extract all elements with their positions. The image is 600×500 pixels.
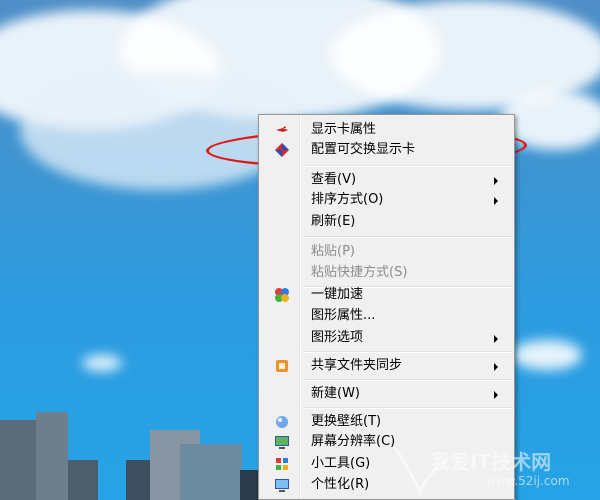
skyline-building <box>240 470 260 500</box>
menu-separator <box>303 351 512 353</box>
skyline-building <box>0 420 36 500</box>
menu-item-label: 屏幕分辨率(C) <box>311 434 396 449</box>
submenu-arrow-icon <box>494 335 498 343</box>
menu-item-graphics-options[interactable]: 图形选项 <box>261 327 512 349</box>
menu-item-configure-switchable-graphics[interactable]: 配置可交换显示卡 <box>261 139 512 161</box>
watermark-url: www.52ij.com <box>486 474 570 488</box>
cloud <box>512 340 582 370</box>
skyline-building <box>36 412 68 500</box>
menu-separator <box>303 407 512 409</box>
menu-item-graphics-properties-dialog[interactable]: 图形属性... <box>261 305 512 327</box>
skyline-building <box>180 444 242 500</box>
menu-item-paste-shortcut[interactable]: 粘贴快捷方式(S) <box>261 262 512 284</box>
menu-item-label: 粘贴(P) <box>311 244 355 259</box>
menu-item-label: 显示卡属性 <box>311 122 377 137</box>
menu-item-label: 查看(V) <box>311 172 357 187</box>
menu-item-shared-folder-sync[interactable]: 共享文件夹同步 <box>261 355 512 377</box>
submenu-arrow-icon <box>494 363 498 371</box>
menu-item-label: 共享文件夹同步 <box>311 358 403 373</box>
menu-item-change-wallpaper[interactable]: 更换壁纸(T) <box>261 411 512 433</box>
menu-item-label: 个性化(R) <box>311 477 370 492</box>
gadgets-icon <box>276 458 288 470</box>
switchable-graphics-icon <box>275 143 289 157</box>
graphics-card-icon <box>276 126 288 132</box>
skyline-building <box>68 460 98 500</box>
menu-item-sort-by[interactable]: 排序方式(O) <box>261 189 512 211</box>
menu-separator <box>303 236 512 238</box>
wallpaper-icon <box>276 416 288 428</box>
menu-item-label: 排序方式(O) <box>311 192 384 207</box>
submenu-arrow-icon <box>494 197 498 205</box>
folder-sync-icon <box>276 360 288 372</box>
watermark: 我爱IT技术网 www.52ij.com <box>390 440 596 498</box>
desktop-wallpaper[interactable]: 显示卡属性 配置可交换显示卡 查看(V) 排序方式(O) 刷新(E) 粘贴(P)… <box>0 0 600 500</box>
menu-separator <box>303 165 512 167</box>
speed-boost-icon <box>275 288 289 302</box>
menu-item-label: 粘贴快捷方式(S) <box>311 265 408 280</box>
menu-item-label: 图形属性... <box>311 308 376 323</box>
menu-separator <box>303 379 512 381</box>
submenu-arrow-icon <box>494 391 498 399</box>
watermark-text: 我爱IT技术网 <box>430 450 552 474</box>
cloud <box>82 355 122 371</box>
menu-item-view[interactable]: 查看(V) <box>261 169 512 191</box>
menu-item-label: 刷新(E) <box>311 214 356 229</box>
submenu-arrow-icon <box>494 177 498 185</box>
menu-item-label: 图形选项 <box>311 330 364 345</box>
menu-item-label: 新建(W) <box>311 386 360 401</box>
menu-item-label: 更换壁纸(T) <box>311 414 382 429</box>
menu-item-refresh[interactable]: 刷新(E) <box>261 211 512 233</box>
menu-item-paste[interactable]: 粘贴(P) <box>261 241 512 263</box>
menu-item-label: 小工具(G) <box>311 456 371 471</box>
menu-item-new[interactable]: 新建(W) <box>261 383 512 405</box>
menu-item-label: 一键加速 <box>311 287 364 302</box>
menu-item-graphics-properties[interactable]: 显示卡属性 <box>261 119 512 141</box>
menu-item-label: 配置可交换显示卡 <box>311 142 416 157</box>
screen-resolution-icon <box>275 436 289 449</box>
personalize-icon <box>275 479 289 492</box>
menu-item-one-click-boost[interactable]: 一键加速 <box>261 284 512 306</box>
